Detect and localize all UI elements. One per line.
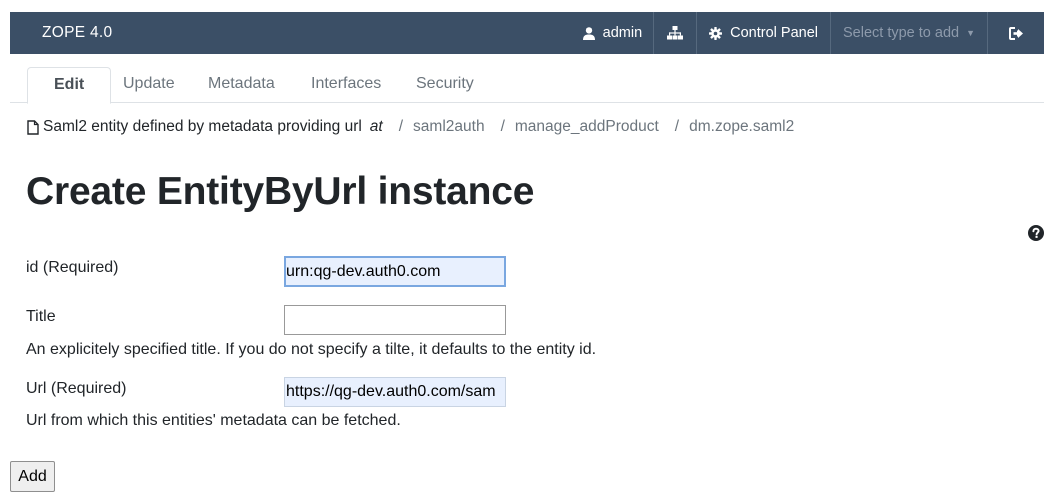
- user-name: admin: [602, 25, 643, 41]
- url-input[interactable]: [284, 377, 506, 407]
- title-hint: An explicitely specified title. If you d…: [26, 341, 597, 358]
- tab-metadata[interactable]: Metadata: [208, 67, 275, 103]
- sitemap-button[interactable]: [653, 12, 696, 54]
- breadcrumb: Saml2 entity defined by metadata providi…: [27, 117, 794, 137]
- add-type-placeholder: Select type to add: [843, 25, 960, 41]
- add-button[interactable]: Add: [10, 461, 55, 492]
- control-panel-label: Control Panel: [730, 25, 818, 41]
- user-menu[interactable]: admin: [582, 12, 654, 54]
- top-navbar: ZOPE 4.0 admin Control Panel Select type…: [10, 12, 1044, 54]
- document-icon: [27, 119, 39, 135]
- sitemap-icon: [667, 26, 684, 40]
- help-icon[interactable]: [1028, 225, 1044, 241]
- breadcrumb-item-manage-addproduct[interactable]: manage_addProduct: [515, 118, 659, 136]
- tab-update[interactable]: Update: [123, 67, 175, 103]
- url-hint: Url from which this entities' metadata c…: [26, 412, 401, 429]
- caret-down-icon: ▼: [966, 28, 975, 38]
- tab-security[interactable]: Security: [416, 67, 474, 103]
- breadcrumb-item-dm-zope-saml2[interactable]: dm.zope.saml2: [689, 118, 794, 136]
- tab-bar: Edit Update Metadata Interfaces Security: [10, 67, 1044, 104]
- url-label: Url (Required): [26, 380, 127, 397]
- title-input[interactable]: [284, 305, 506, 335]
- add-type-select[interactable]: Select type to add ▼: [830, 12, 987, 54]
- tab-edit[interactable]: Edit: [27, 67, 112, 104]
- breadcrumb-separator: /: [674, 118, 680, 135]
- breadcrumb-at: at: [369, 118, 383, 135]
- title-label: Title: [26, 308, 56, 325]
- logout-button[interactable]: [987, 12, 1044, 54]
- logout-icon: [1008, 26, 1023, 40]
- id-label: id (Required): [26, 259, 119, 276]
- user-icon: [582, 26, 595, 40]
- id-input[interactable]: [284, 256, 506, 287]
- object-type-title: Saml2 entity defined by metadata providi…: [43, 118, 362, 135]
- breadcrumb-item-saml2auth[interactable]: saml2auth: [413, 118, 485, 136]
- gear-icon: [709, 26, 723, 40]
- control-panel-link[interactable]: Control Panel: [696, 12, 830, 54]
- tab-interfaces[interactable]: Interfaces: [311, 67, 381, 103]
- brand-logo[interactable]: ZOPE 4.0: [10, 12, 112, 54]
- page-title: Create EntityByUrl instance: [26, 170, 535, 213]
- breadcrumb-separator: /: [398, 118, 404, 135]
- breadcrumb-separator: /: [500, 118, 505, 135]
- navbar-spacer: [112, 12, 582, 54]
